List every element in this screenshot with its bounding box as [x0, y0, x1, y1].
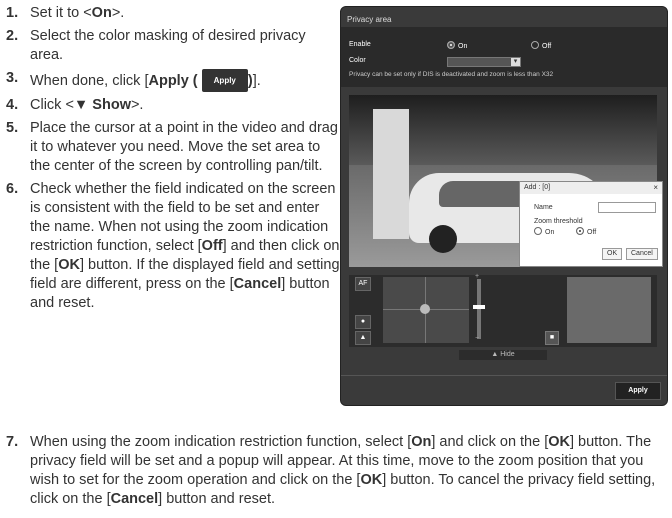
color-label: Color: [349, 57, 366, 64]
name-input[interactable]: [598, 202, 656, 213]
step-4: 4. Click <▼ Show>.: [6, 97, 144, 113]
zoom-slider[interactable]: [477, 279, 481, 339]
radio-selected-icon: [576, 227, 584, 235]
ptz-controls: AF ● ▲ + − ■: [349, 273, 657, 347]
enable-on-radio[interactable]: On: [447, 41, 467, 50]
af-button[interactable]: AF: [355, 277, 371, 291]
privacy-area-panel: Privacy area Enable On Off Color ▾ Priva…: [340, 6, 668, 406]
privacy-note: Privacy can be set only if DIS is deacti…: [349, 71, 554, 78]
radio-unselected-icon: [531, 41, 539, 49]
step-5: 5. Place the cursor at a point in the vid…: [6, 120, 338, 174]
person-icon[interactable]: ●: [355, 315, 371, 329]
radio-unselected-icon: [534, 227, 542, 235]
name-label: Name: [534, 204, 553, 211]
zoom-slider-handle[interactable]: [473, 305, 485, 309]
step-6: 6. Check whether the field indicated on t…: [6, 181, 340, 311]
pan-tilt-joystick[interactable]: [383, 277, 469, 343]
instruction-steps: 1. Set it to <On>. 2. Select the color mas…: [6, 4, 340, 317]
zoom-on-radio[interactable]: On: [534, 227, 554, 236]
joystick-handle[interactable]: [420, 304, 430, 314]
enable-off-radio[interactable]: Off: [531, 41, 551, 50]
apply-button[interactable]: Apply: [615, 382, 661, 400]
trash-icon[interactable]: ■: [545, 331, 559, 345]
step-2: 2. Select the color masking of desired pr…: [6, 28, 306, 63]
chevron-down-icon: ▾: [511, 58, 520, 66]
ok-button[interactable]: OK: [602, 248, 623, 260]
apply-button-chip: Apply: [201, 69, 248, 92]
step-1: 1. Set it to <On>.: [6, 5, 125, 21]
cancel-button[interactable]: Cancel: [626, 248, 658, 260]
zoom-threshold-label: Zoom threshold: [534, 218, 583, 225]
color-select[interactable]: ▾: [447, 57, 521, 67]
preview-area: [567, 277, 651, 343]
zoom-off-radio[interactable]: Off: [576, 227, 596, 236]
mountain-icon[interactable]: ▲: [355, 331, 371, 345]
panel-footer: Apply: [341, 375, 667, 405]
radio-selected-icon: [447, 41, 455, 49]
hide-button[interactable]: ▲ Hide: [459, 350, 547, 360]
close-icon[interactable]: ×: [653, 182, 658, 194]
add-privacy-dialog: Add : [0] × Name Zoom threshold On Off O…: [519, 181, 663, 267]
video-pillar: [373, 109, 409, 239]
step-7: 7. When using the zoom indication restric…: [6, 434, 656, 507]
enable-label: Enable: [349, 41, 371, 48]
zoom-minus-icon: −: [475, 335, 480, 342]
dialog-title: Add : [0]: [520, 182, 662, 194]
step-3: 3. When done, click [Apply ( Apply)].: [6, 69, 340, 92]
panel-title: Privacy area: [347, 15, 392, 24]
car-wheel: [429, 225, 457, 253]
